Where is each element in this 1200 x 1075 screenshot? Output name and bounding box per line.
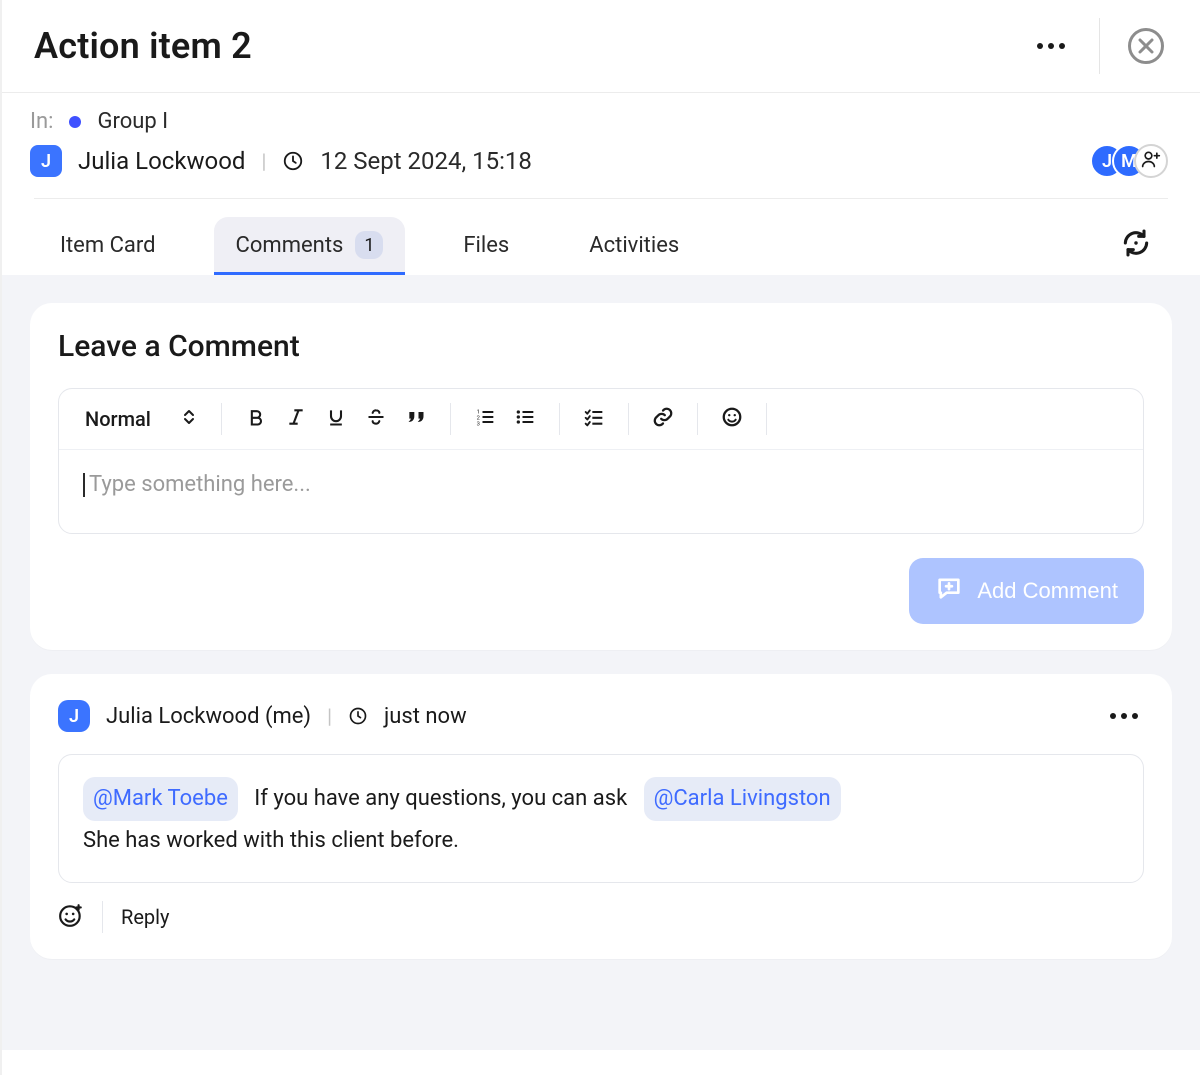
comments-count-badge: 1 (355, 231, 383, 259)
smiley-plus-icon (58, 902, 84, 933)
link-icon (652, 406, 674, 433)
reply-label: Reply (121, 905, 170, 929)
tab-files[interactable]: Files (441, 219, 531, 272)
unordered-list-button[interactable] (509, 403, 541, 435)
header-actions (1031, 18, 1164, 74)
in-label: In: (30, 109, 53, 134)
meta-row2: J Julia Lockwood | 12 Sept 2024, 15:18 J… (30, 144, 1168, 178)
author-block: J Julia Lockwood | 12 Sept 2024, 15:18 (30, 145, 532, 177)
tab-label: Files (463, 233, 509, 258)
comment-header: J Julia Lockwood (me) | just now (58, 700, 1144, 732)
divider (102, 901, 103, 933)
author-avatar[interactable]: J (30, 145, 62, 177)
clock-icon (348, 706, 368, 726)
meta-separator: | (327, 704, 332, 728)
add-comment-label: Add Comment (977, 578, 1118, 604)
compose-title: Leave a Comment (58, 329, 1144, 364)
meta-section: In: Group I J Julia Lockwood | 12 Sept 2… (2, 93, 1200, 184)
more-menu-button[interactable] (1031, 37, 1071, 55)
italic-button[interactable] (280, 403, 312, 435)
author-name: Julia Lockwood (78, 147, 245, 175)
created-timestamp: 12 Sept 2024, 15:18 (320, 147, 532, 175)
refresh-button[interactable] (1116, 225, 1156, 265)
editor-toolbar: Normal (59, 389, 1143, 450)
unordered-list-icon (515, 407, 535, 432)
toolbar-separator (559, 403, 560, 435)
tabs: Item Card Comments 1 Files Activities (38, 217, 701, 273)
body-area: Leave a Comment Normal (2, 275, 1200, 1050)
underline-icon (326, 407, 346, 432)
ordered-list-button[interactable]: 123 (469, 403, 501, 435)
comment-author-name: Julia Lockwood (me) (106, 704, 311, 729)
tab-label: Activities (589, 233, 679, 258)
assignees: J M (1090, 144, 1168, 178)
react-button[interactable] (58, 902, 84, 933)
comment-text-segment: If you have any questions, you can ask (254, 786, 627, 811)
tabs-row: Item Card Comments 1 Files Activities (2, 199, 1200, 273)
tab-label: Comments (236, 233, 344, 258)
add-comment-button[interactable]: Add Comment (909, 558, 1144, 624)
format-select-label: Normal (85, 407, 151, 431)
emoji-icon (721, 406, 743, 433)
close-icon (1137, 37, 1155, 55)
compose-card: Leave a Comment Normal (30, 303, 1172, 650)
reply-button[interactable]: Reply (121, 905, 170, 929)
checklist-icon (584, 407, 604, 432)
quote-button[interactable] (400, 403, 432, 435)
mention[interactable]: @Mark Toebe (83, 777, 238, 821)
tab-label: Item Card (60, 233, 156, 258)
tab-activities[interactable]: Activities (567, 219, 701, 272)
strikethrough-icon (366, 407, 386, 432)
ordered-list-icon: 123 (475, 407, 495, 432)
comment-placeholder: Type something here... (83, 473, 311, 497)
rich-text-editor: Normal (58, 388, 1144, 534)
emoji-button[interactable] (716, 403, 748, 435)
underline-button[interactable] (320, 403, 352, 435)
comment-author-avatar[interactable]: J (58, 700, 90, 732)
group-name[interactable]: Group I (97, 109, 168, 134)
comment-text-segment: She has worked with this client before. (83, 821, 1119, 861)
comment-body: @Mark Toebe If you have any questions, y… (58, 754, 1144, 883)
bold-icon (246, 407, 266, 432)
comment-input[interactable]: Type something here... (59, 450, 1143, 533)
meta-separator: | (261, 149, 266, 173)
toolbar-separator (221, 403, 222, 435)
checklist-button[interactable] (578, 403, 610, 435)
tab-item-card[interactable]: Item Card (38, 219, 178, 272)
group-color-dot (69, 116, 81, 128)
comment-more-button[interactable] (1104, 707, 1144, 725)
panel-root: Action item 2 In: Group I (0, 0, 1200, 1075)
quote-icon (406, 407, 426, 432)
comment-actions: Reply (58, 901, 1144, 933)
compose-actions: Add Comment (58, 558, 1144, 624)
mention[interactable]: @Carla Livingston (644, 777, 841, 821)
toolbar-separator (450, 403, 451, 435)
link-button[interactable] (647, 403, 679, 435)
comment-card: J Julia Lockwood (me) | just now (30, 674, 1172, 959)
close-button[interactable] (1128, 28, 1164, 64)
chevron-updown-icon (183, 407, 195, 431)
divider (1099, 18, 1100, 74)
toolbar-separator (628, 403, 629, 435)
add-assignee-button[interactable] (1134, 144, 1168, 178)
comment-meta: J Julia Lockwood (me) | just now (58, 700, 467, 732)
toolbar-separator (766, 403, 767, 435)
comment-plus-icon (935, 574, 963, 608)
format-select[interactable]: Normal (77, 403, 203, 435)
clock-icon (282, 150, 304, 172)
refresh-icon (1120, 227, 1152, 263)
person-plus-icon (1141, 149, 1161, 173)
tab-comments[interactable]: Comments 1 (214, 217, 406, 273)
strikethrough-button[interactable] (360, 403, 392, 435)
toolbar-separator (697, 403, 698, 435)
header: Action item 2 (2, 0, 1200, 93)
page-title: Action item 2 (34, 25, 252, 67)
comment-timestamp: just now (384, 704, 467, 729)
breadcrumb: In: Group I (30, 109, 1168, 134)
svg-text:3: 3 (477, 421, 480, 427)
italic-icon (286, 407, 306, 432)
bold-button[interactable] (240, 403, 272, 435)
